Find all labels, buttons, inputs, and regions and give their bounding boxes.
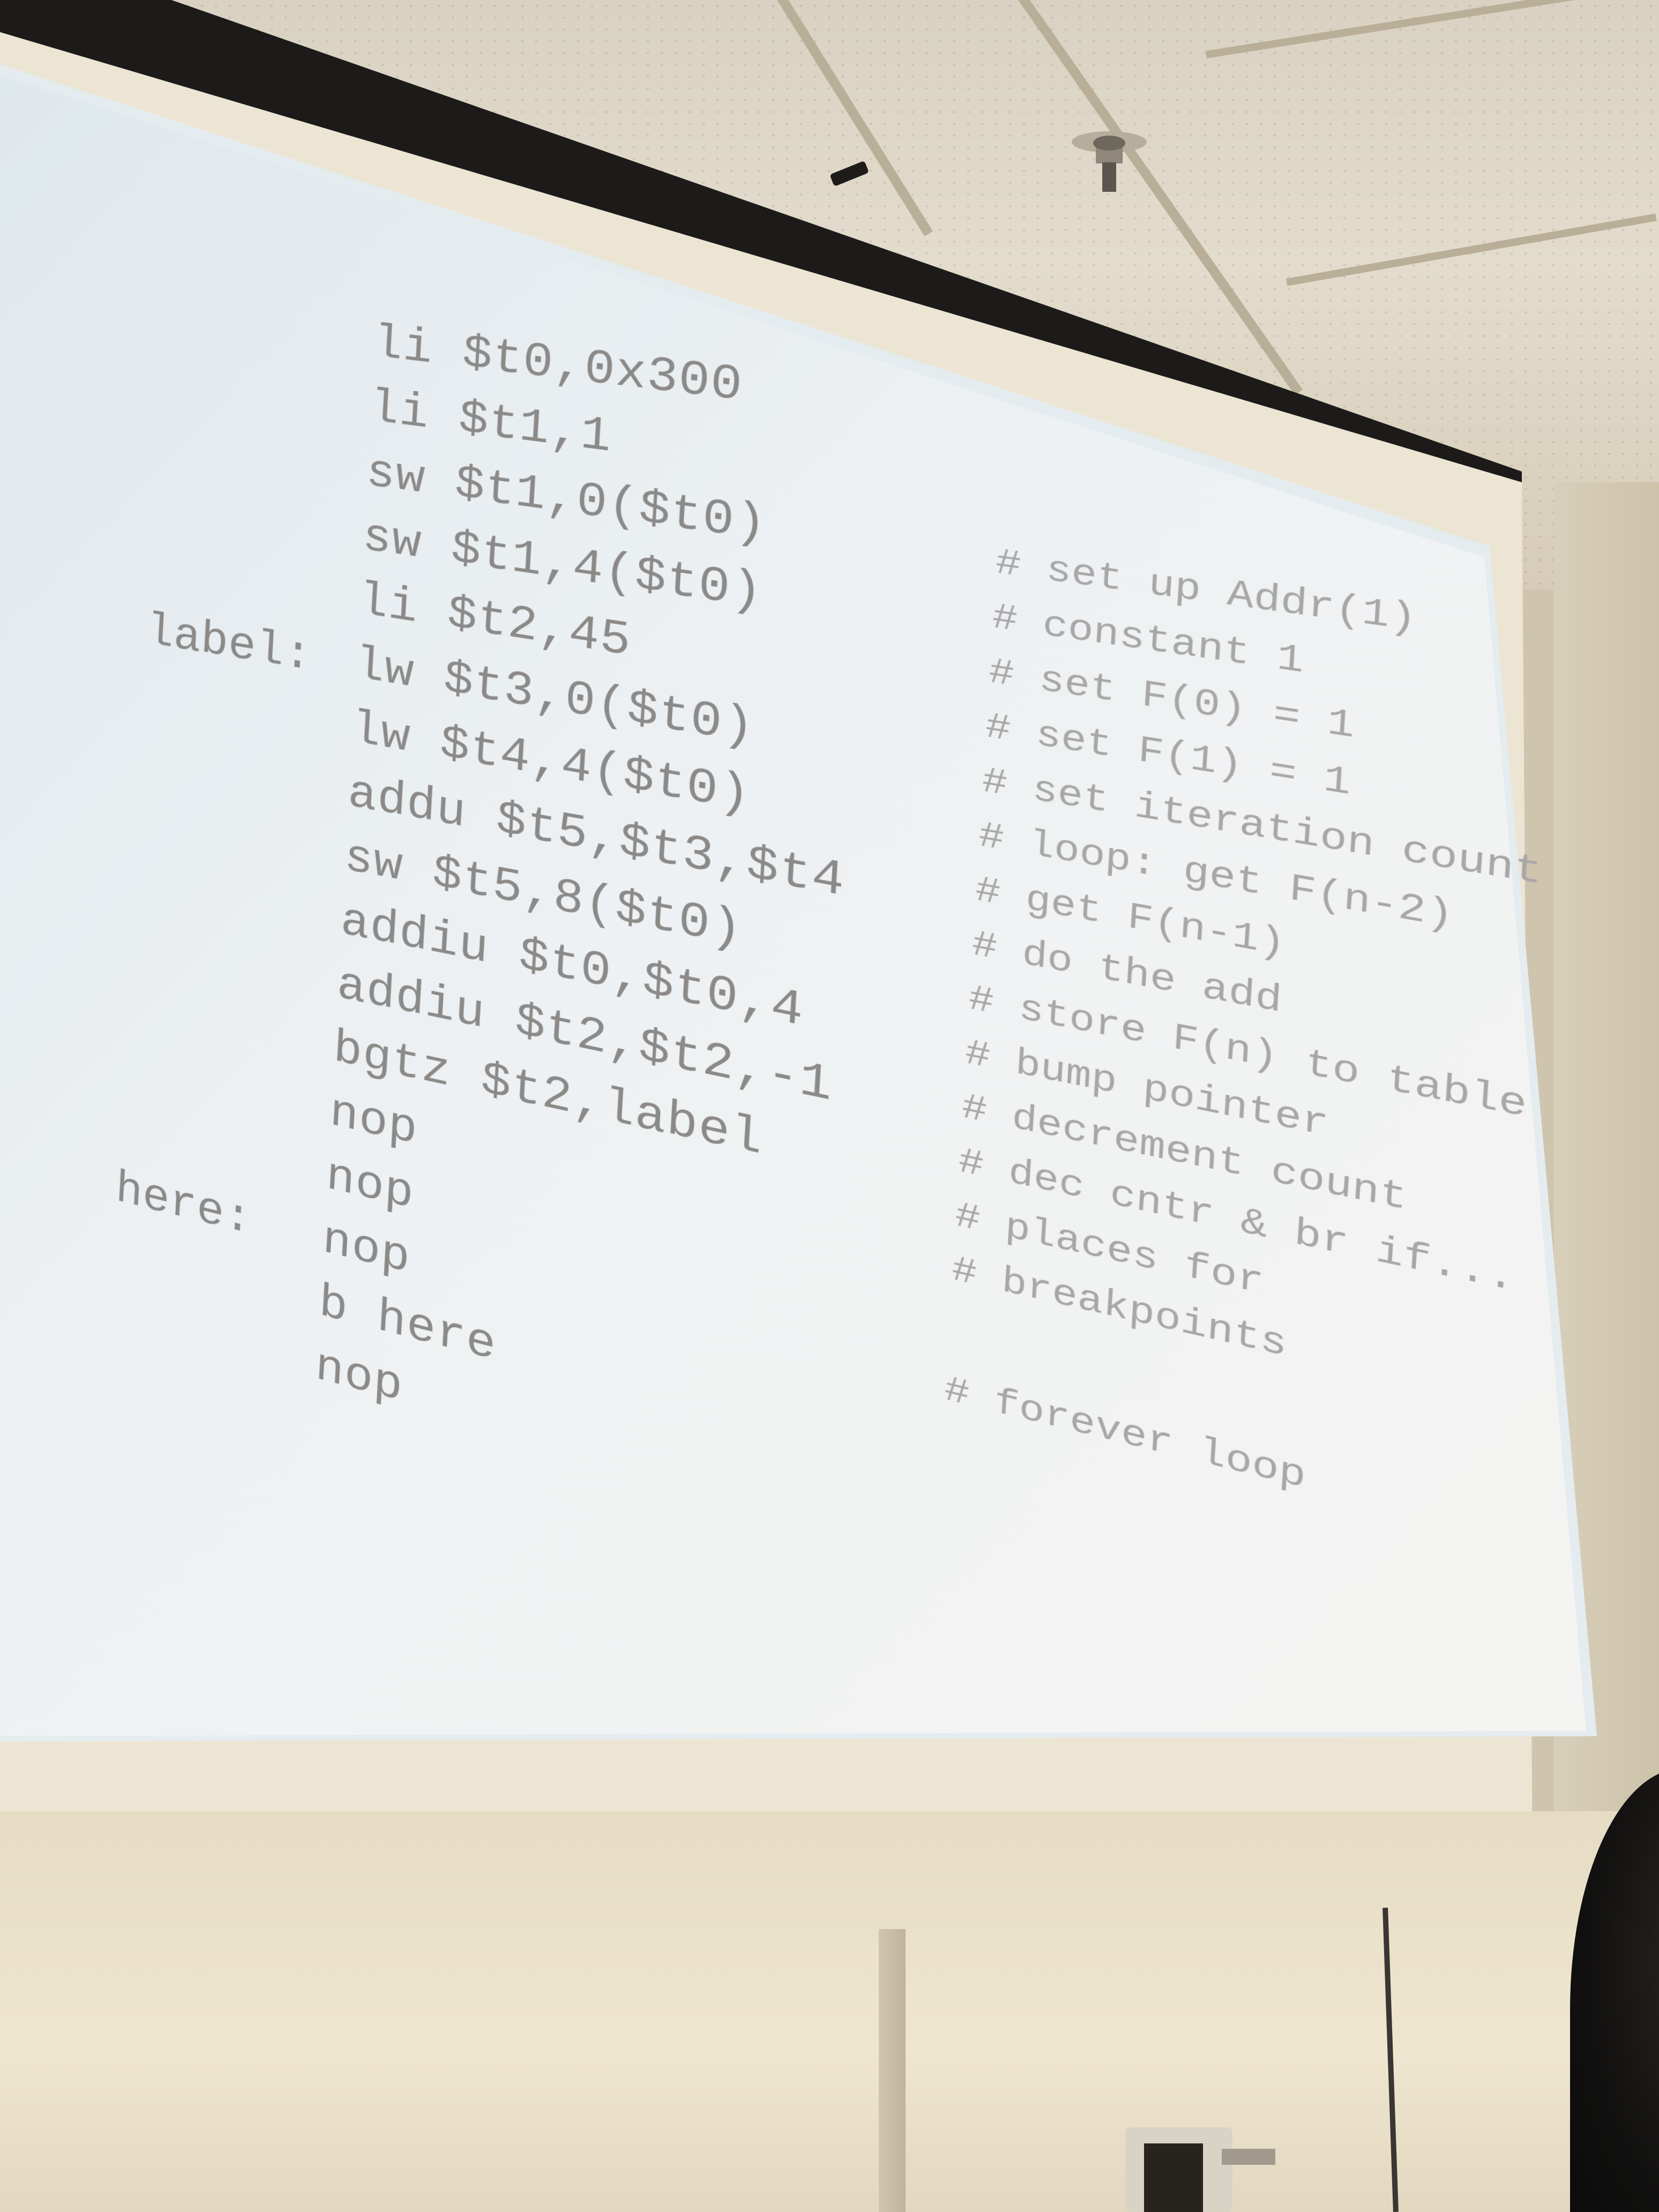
code-label-label: label: — [145, 605, 313, 684]
code-label-here: here: — [114, 1163, 253, 1247]
code-line-17: nop — [314, 1340, 405, 1415]
lecture-room-photo: li $t0,0x300 li $t1,1 sw $t1,0($t0) sw $… — [0, 0, 1659, 2212]
camera-icon — [1115, 2117, 1275, 2212]
code-line-13: nop — [328, 1086, 419, 1159]
code-line-15: nop — [321, 1213, 412, 1287]
stand-post — [879, 1929, 906, 2212]
comment-line-15: # forever loop — [943, 1367, 1307, 1499]
projector-mount-icon — [825, 161, 873, 193]
code-line-14: nop — [325, 1149, 415, 1222]
